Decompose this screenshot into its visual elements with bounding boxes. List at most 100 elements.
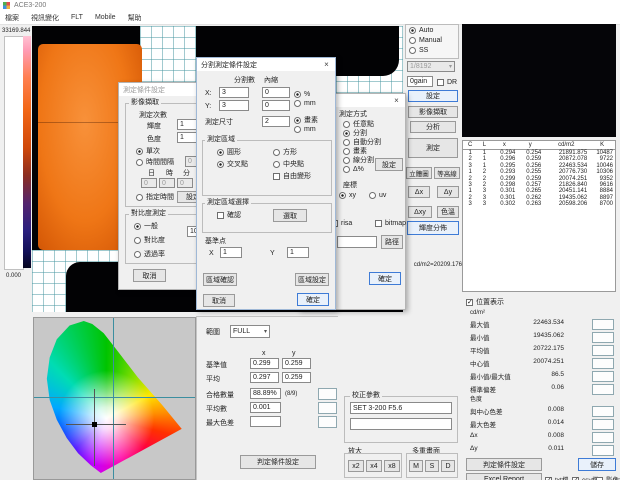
mode-set-button[interactable]: 設定 <box>375 158 403 171</box>
bitmap-checkbox[interactable]: bitmap <box>375 219 406 228</box>
pick-button[interactable]: 選取 <box>273 209 307 222</box>
hour-field: 0 <box>159 178 175 188</box>
y-div-field[interactable]: 3 <box>219 100 249 111</box>
delta-x-button[interactable]: Δx <box>408 186 430 198</box>
dialog-title-bar[interactable]: 分割測定條件設定 <box>197 58 335 71</box>
contour-button[interactable]: 等高線 <box>434 167 460 179</box>
stat-row: Δx0.008 <box>470 432 616 443</box>
ok-button[interactable]: 確定 <box>297 293 329 306</box>
position-display-checkbox[interactable]: ✓位置表示 <box>466 298 504 307</box>
mode-any-radio[interactable]: 任意點 <box>343 120 374 129</box>
cancel-button[interactable]: 取消 <box>203 294 235 307</box>
x-div-field[interactable]: 3 <box>219 87 249 98</box>
cancel-button[interactable]: 取消 <box>133 269 166 282</box>
single-radio[interactable]: 單次 <box>136 147 160 156</box>
multi-m-button[interactable]: M <box>409 460 423 472</box>
menu-file[interactable]: 檔案 <box>5 13 19 23</box>
timed-radio[interactable]: 指定時間 <box>136 193 174 202</box>
coord-xy-radio[interactable]: xy <box>339 191 356 200</box>
circle-radio[interactable]: 圓形 <box>217 148 241 157</box>
menu-flt[interactable]: FLT <box>71 14 83 21</box>
multi-s-button[interactable]: S <box>425 460 439 472</box>
region-group-label: 測定區域 <box>205 136 237 144</box>
table-row[interactable]: 330.3020.26320598.2068700 <box>463 201 615 207</box>
menu-video-change[interactable]: 視訊變化 <box>31 13 59 23</box>
zoom-x8-button[interactable]: x8 <box>384 460 400 472</box>
region-set-button[interactable]: 區域設定 <box>295 273 329 286</box>
solid-map-button[interactable]: 立體圖 <box>406 167 432 179</box>
inset-mm-radio[interactable]: mm <box>294 99 316 108</box>
close-icon[interactable]: × <box>389 95 404 106</box>
mode-pixel-radio[interactable]: 畫素 <box>343 147 367 156</box>
zoom-x2-button[interactable]: x2 <box>348 460 364 472</box>
measure-button[interactable]: 測定 <box>408 138 458 158</box>
image-file-checkbox[interactable]: 影像檔 <box>596 476 620 480</box>
square-radio[interactable]: 方形 <box>273 148 297 157</box>
coord-uv-radio[interactable]: uv <box>369 191 386 200</box>
dr-checkbox[interactable]: DR <box>437 78 457 87</box>
multi-d-button[interactable]: D <box>441 460 455 472</box>
x-inset-field[interactable]: 0 <box>262 87 290 98</box>
ok-button[interactable]: 確定 <box>369 272 401 285</box>
region-confirm-button[interactable]: 區域確認 <box>203 273 237 286</box>
save-button[interactable]: 儲存 <box>578 458 616 471</box>
size-mm-radio[interactable]: mm <box>294 125 316 134</box>
exposure-manual-radio[interactable]: Manual <box>409 36 442 45</box>
y-inset-field[interactable]: 0 <box>262 100 290 111</box>
luminance-dist-button[interactable]: 輝度分佈 <box>407 221 459 235</box>
base-y-field[interactable]: 1 <box>287 247 309 258</box>
zoom-x4-button[interactable]: x4 <box>366 460 382 472</box>
exposure-auto-radio[interactable]: Auto <box>409 26 433 35</box>
base-x-field[interactable]: 1 <box>220 247 242 258</box>
menu-help[interactable]: 幫助 <box>128 13 142 23</box>
app-icon <box>3 2 10 9</box>
normal-radio[interactable]: 一般 <box>134 222 158 231</box>
analyze-button[interactable]: 分析 <box>410 121 456 133</box>
results-judge-button[interactable]: 判定條件設定 <box>466 458 542 471</box>
bitmap-path-field[interactable] <box>337 236 377 248</box>
capture-button[interactable]: 影像擷取 <box>408 106 458 118</box>
excel-report-button[interactable]: Excel Report <box>466 473 542 480</box>
trans-radio[interactable]: 透過率 <box>134 250 165 259</box>
txt-file-checkbox[interactable]: ✓txt檔 <box>545 476 568 480</box>
mode-delta-radio[interactable]: Δ% <box>343 165 364 174</box>
calibration-extra-field[interactable] <box>350 418 452 430</box>
secondary-image-view[interactable] <box>462 24 616 137</box>
title-bar[interactable]: ACE3-200 <box>0 0 620 11</box>
delta-y-button[interactable]: Δy <box>437 186 459 198</box>
size-field[interactable]: 2 <box>262 116 290 127</box>
cross-radio[interactable]: 交叉點 <box>217 160 248 169</box>
ref-x-field[interactable]: 0.299 <box>250 358 279 369</box>
center-radio[interactable]: 中央點 <box>273 160 304 169</box>
path-button[interactable]: 路徑 <box>381 235 403 249</box>
split-condition-dialog: 分割測定條件設定 × 分割數 內縮 X: 3 0 Y: 3 0 % mm 測定尺… <box>196 57 336 310</box>
range-select[interactable]: FULL ▾ <box>230 325 270 338</box>
delta-xy-button[interactable]: Δxy <box>408 206 432 218</box>
free-shape-checkbox[interactable]: 自由變形 <box>273 172 311 181</box>
cct-button[interactable]: 色溫 <box>437 206 459 218</box>
size-pixel-radio[interactable]: 畫素 <box>294 116 318 125</box>
interval-radio[interactable]: 時間間隔 <box>136 158 174 167</box>
contrast-radio[interactable]: 對比度 <box>134 236 165 245</box>
calibration-value-field[interactable]: SET 3-200 F5.6 <box>350 402 452 414</box>
mode-auto-radio[interactable]: 自動分割 <box>343 138 381 147</box>
exposure-ss-radio[interactable]: SS <box>409 46 428 55</box>
stat-row: 平均值20722.175 <box>470 345 616 356</box>
inset-pct-radio[interactable]: % <box>294 90 310 99</box>
judge-result-box <box>592 419 614 430</box>
ref-y-field[interactable]: 0.259 <box>282 358 311 369</box>
mode-split-radio[interactable]: 分割 <box>343 129 367 138</box>
table-row[interactable]: 110.2940.25421891.87510487 <box>463 150 615 157</box>
summary-judge-button[interactable]: 判定條件設定 <box>240 455 316 469</box>
mode-line-radio[interactable]: 線分割 <box>343 156 374 165</box>
stat-row: Δy0.011 <box>470 445 616 456</box>
confirm-checkbox[interactable]: 確認 <box>217 211 241 220</box>
cie-axis-vline <box>113 318 114 479</box>
judge-result-box <box>318 402 337 414</box>
set-button[interactable]: 設定 <box>408 90 458 102</box>
gain-field[interactable]: 0gain <box>407 76 433 87</box>
chroma-section-label: 色度 <box>470 396 482 405</box>
menu-mobile[interactable]: Mobile <box>95 14 116 21</box>
csv-file-checkbox[interactable]: ✓csv檔 <box>572 476 598 480</box>
close-icon[interactable]: × <box>319 59 334 70</box>
